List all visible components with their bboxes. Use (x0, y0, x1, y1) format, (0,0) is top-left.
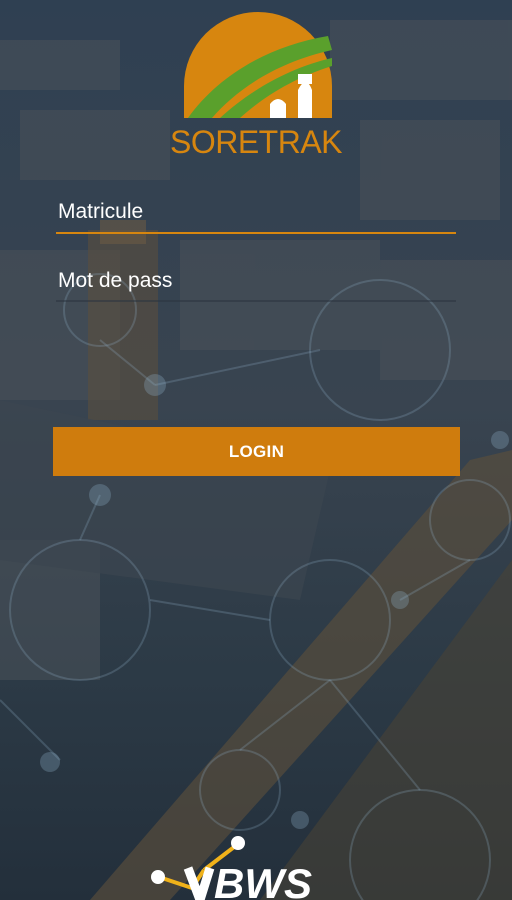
matricule-underline (56, 232, 456, 234)
brand-name: SORETRAK (169, 124, 343, 160)
login-button[interactable]: LOGIN (53, 427, 460, 476)
password-underline (56, 300, 456, 302)
bws-logo: BWS (151, 836, 312, 900)
password-placeholder: Mot de pass (58, 269, 173, 292)
matricule-placeholder: Matricule (58, 200, 144, 223)
bws-wordmark: BWS (214, 860, 312, 900)
matricule-field[interactable]: Matricule (56, 200, 456, 236)
password-field[interactable]: Mot de pass (56, 269, 456, 305)
